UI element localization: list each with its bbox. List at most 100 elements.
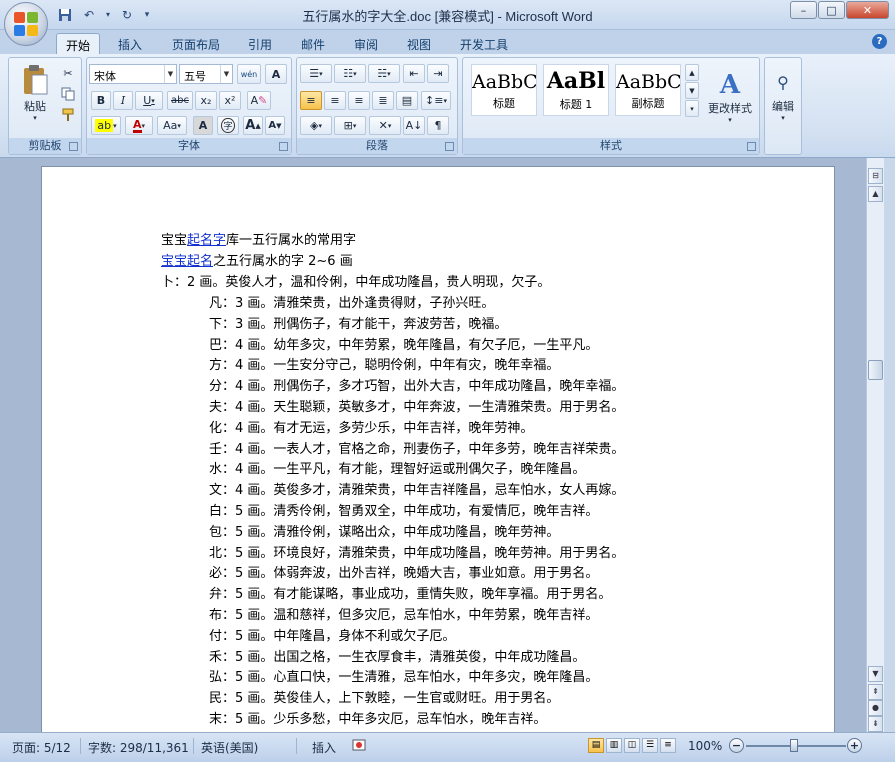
print-layout-view-icon[interactable]: ▤ <box>588 738 604 753</box>
help-icon[interactable]: ? <box>872 34 887 49</box>
distributed-button[interactable]: ▤ <box>396 91 418 110</box>
tab-insert[interactable]: 插入 <box>110 33 150 54</box>
styles-scroll-down-icon[interactable]: ▼ <box>685 82 699 99</box>
eraser-icon: ✎ <box>258 94 268 107</box>
italic-button[interactable]: I <box>113 91 133 110</box>
maximize-button[interactable]: □ <box>818 1 845 19</box>
change-case-button[interactable]: Aa ▾ <box>157 116 187 135</box>
vertical-scrollbar[interactable]: ⊟ ▲ ▼ ⇞ ● ⇟ <box>866 158 884 732</box>
next-page-icon[interactable]: ⇟ <box>868 716 883 732</box>
font-size-value: 五号 <box>184 70 206 83</box>
shading-button[interactable]: ◈ ▾ <box>300 116 332 135</box>
font-size-combo[interactable]: 五号 ▼ <box>179 64 233 84</box>
format-painter-icon[interactable] <box>59 106 77 124</box>
word-count[interactable]: 字数: 298/11,361 <box>88 739 189 756</box>
style-title[interactable]: AaBbC 标题 <box>471 64 537 116</box>
enclose-char-button[interactable]: 字 <box>217 116 239 135</box>
macro-record-icon[interactable] <box>352 738 366 755</box>
grow-font-button[interactable]: A ▲ <box>243 116 263 135</box>
numbering-button[interactable]: ☷ ▾ <box>334 64 366 83</box>
tab-references[interactable]: 引用 <box>240 33 280 54</box>
zoom-level[interactable]: 100% <box>688 739 722 753</box>
tab-page-layout[interactable]: 页面布局 <box>164 33 228 54</box>
draft-view-icon[interactable]: ≡ <box>660 738 676 753</box>
char-shading-button[interactable]: A <box>193 116 213 135</box>
align-right-button[interactable]: ≡ <box>348 91 370 110</box>
tab-view[interactable]: 视图 <box>399 33 439 54</box>
zoom-slider-thumb[interactable] <box>790 739 798 752</box>
style-subtitle[interactable]: AaBbC 副标题 <box>615 64 681 116</box>
bullets-button[interactable]: ☰ ▾ <box>300 64 332 83</box>
browse-object-icon[interactable]: ● <box>868 700 883 716</box>
paste-button[interactable]: 粘贴 ▾ <box>15 62 55 124</box>
strikethrough-button[interactable]: abc <box>167 91 193 110</box>
paste-label: 粘贴 <box>24 100 46 113</box>
tab-home[interactable]: 开始 <box>56 33 100 54</box>
highlight-button[interactable]: ab ▾ <box>91 116 121 135</box>
line-spacing-button[interactable]: ↕≡ ▾ <box>421 91 451 110</box>
document-page[interactable]: 宝宝起名字库一五行属水的常用字 宝宝起名之五行属水的字 2~6 画 卜：2 画。… <box>41 166 835 736</box>
zoom-in-icon[interactable]: + <box>847 738 862 753</box>
font-name-dropdown-icon[interactable]: ▼ <box>164 65 176 83</box>
char-border-button[interactable]: A <box>265 64 287 84</box>
decrease-indent-button[interactable]: ⇤ <box>403 64 425 83</box>
phonetic-guide-button[interactable]: wén <box>237 64 261 84</box>
tab-mailings[interactable]: 邮件 <box>293 33 333 54</box>
scrollbar-thumb[interactable] <box>868 360 883 380</box>
scroll-up-icon[interactable]: ▲ <box>868 186 883 202</box>
align-left-button[interactable]: ≡ <box>300 91 322 110</box>
office-button[interactable] <box>4 2 48 46</box>
show-hide-marks-button[interactable]: ¶ <box>427 116 449 135</box>
align-center-button[interactable]: ≡ <box>324 91 346 110</box>
change-styles-button[interactable]: A 更改样式 ▾ <box>703 62 757 132</box>
chinese-layout-button[interactable]: ✕ ▾ <box>369 116 401 135</box>
increase-indent-button[interactable]: ⇥ <box>427 64 449 83</box>
multilevel-list-button[interactable]: ☵ ▾ <box>368 64 400 83</box>
clipboard-launcher-icon[interactable] <box>69 142 78 151</box>
style-subtitle-name: 副标题 <box>631 97 665 110</box>
doc-subheading-rest: 之五行属水的字 2~6 画 <box>213 254 353 269</box>
copy-icon[interactable] <box>59 85 77 103</box>
language-indicator[interactable]: 英语(美国) <box>201 739 258 756</box>
borders-icon: ⊞ <box>343 119 353 132</box>
superscript-button[interactable]: x² <box>219 91 241 110</box>
styles-launcher-icon[interactable] <box>747 142 756 151</box>
page-indicator[interactable]: 页面: 5/12 <box>12 739 71 756</box>
style-heading-1[interactable]: AaBl 标题 1 <box>543 64 609 116</box>
bold-button[interactable]: B <box>91 91 111 110</box>
doc-subheading-link[interactable]: 宝宝起名 <box>161 254 213 269</box>
font-launcher-icon[interactable] <box>279 142 288 151</box>
scroll-down-icon[interactable]: ▼ <box>868 666 883 682</box>
full-screen-reading-view-icon[interactable]: ▥ <box>606 738 622 753</box>
editing-button[interactable]: ⚲ 编辑 ▾ <box>767 62 799 132</box>
styles-more-icon[interactable]: ▾ <box>685 100 699 117</box>
sort-button[interactable]: A↓ <box>403 116 425 135</box>
paragraph-launcher-icon[interactable] <box>445 142 454 151</box>
title-bar: ↶ ▾ ↻ ▾ 五行属水的字大全.doc [兼容模式] - Microsoft … <box>0 0 895 46</box>
font-color-button[interactable]: A ▾ <box>125 116 153 135</box>
previous-page-icon[interactable]: ⇞ <box>868 684 883 700</box>
justify-button[interactable]: ≣ <box>372 91 394 110</box>
tab-review[interactable]: 审阅 <box>346 33 386 54</box>
close-button[interactable]: ✕ <box>846 1 889 19</box>
minimize-button[interactable]: – <box>790 1 817 19</box>
subscript-button[interactable]: x₂ <box>195 91 217 110</box>
sort-icon: A↓ <box>405 119 423 132</box>
cut-icon[interactable]: ✂ <box>59 64 77 82</box>
editing-label: 编辑 <box>772 99 794 113</box>
clear-format-button[interactable]: A ✎ <box>247 91 271 110</box>
outline-view-icon[interactable]: ☰ <box>642 738 658 753</box>
font-name-combo[interactable]: 宋体 ▼ <box>89 64 177 84</box>
borders-button[interactable]: ⊞ ▾ <box>334 116 366 135</box>
shrink-font-button[interactable]: A ▼ <box>265 116 285 135</box>
web-layout-view-icon[interactable]: ◫ <box>624 738 640 753</box>
doc-heading-link[interactable]: 起名字 <box>187 233 226 248</box>
paste-dropdown-icon: ▾ <box>33 114 37 122</box>
ruler-toggle-icon[interactable]: ⊟ <box>868 168 883 184</box>
underline-button[interactable]: U ▾ <box>135 91 163 110</box>
styles-scroll-up-icon[interactable]: ▲ <box>685 64 699 81</box>
insert-mode[interactable]: 插入 <box>312 739 336 756</box>
tab-developer[interactable]: 开发工具 <box>452 33 516 54</box>
font-size-dropdown-icon[interactable]: ▼ <box>220 65 232 83</box>
zoom-out-icon[interactable]: − <box>729 738 744 753</box>
